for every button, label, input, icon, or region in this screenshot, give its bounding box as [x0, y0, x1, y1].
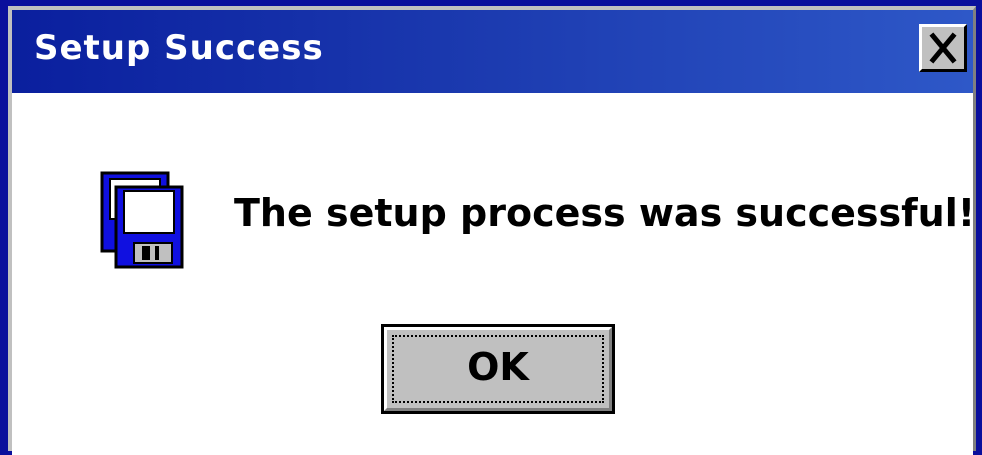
ok-button-label: OK	[467, 345, 529, 389]
dialog-body: The setup process was successful! OK	[12, 93, 976, 455]
window-title: Setup Success	[34, 28, 324, 68]
close-x-icon	[929, 32, 957, 64]
setup-success-dialog: Setup Success The setup process was succ…	[8, 6, 976, 455]
floppy-disk-icon	[100, 171, 184, 269]
close-button[interactable]	[919, 24, 967, 72]
title-bar[interactable]: Setup Success	[12, 10, 973, 93]
ok-button[interactable]: OK	[381, 324, 615, 414]
success-message: The setup process was successful!	[234, 191, 976, 235]
